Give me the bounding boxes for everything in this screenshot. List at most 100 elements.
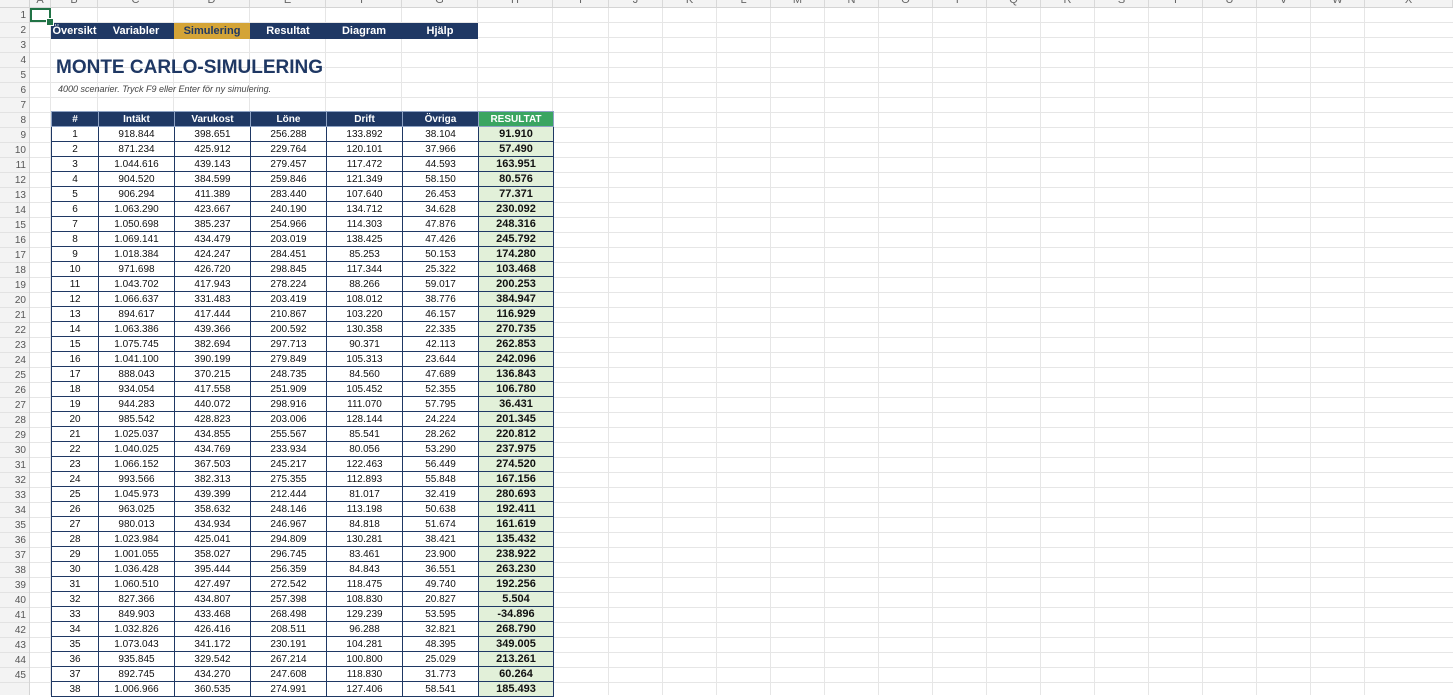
table-cell[interactable]: 28.262 (402, 426, 479, 442)
table-cell[interactable]: 203.006 (250, 411, 327, 427)
table-cell[interactable]: 96.288 (326, 621, 403, 637)
row-header-13[interactable]: 13 (0, 188, 29, 203)
row-header-3[interactable]: 3 (0, 38, 29, 53)
table-cell[interactable]: 395.444 (174, 561, 251, 577)
table-cell[interactable]: 10 (51, 261, 99, 277)
table-cell[interactable]: 111.070 (326, 396, 403, 412)
table-cell[interactable]: 1.066.152 (98, 456, 175, 472)
table-cell[interactable]: 1.018.384 (98, 246, 175, 262)
table-cell[interactable]: 130.281 (326, 531, 403, 547)
table-cell[interactable]: 1.073.043 (98, 636, 175, 652)
row-header-29[interactable]: 29 (0, 428, 29, 443)
row-header-36[interactable]: 36 (0, 533, 29, 548)
row-header-44[interactable]: 44 (0, 653, 29, 668)
table-cell[interactable]: 84.818 (326, 516, 403, 532)
fill-handle[interactable] (46, 18, 54, 26)
row-header-6[interactable]: 6 (0, 83, 29, 98)
table-cell[interactable]: 203.419 (250, 291, 327, 307)
table-cell[interactable]: 382.694 (174, 336, 251, 352)
table-cell[interactable]: 13 (51, 306, 99, 322)
table-cell[interactable]: 367.503 (174, 456, 251, 472)
column-header-m[interactable]: M (771, 0, 825, 7)
row-header-37[interactable]: 37 (0, 548, 29, 563)
table-cell[interactable]: 358.632 (174, 501, 251, 517)
result-cell[interactable]: 192.256 (478, 576, 554, 592)
table-cell[interactable]: 993.566 (98, 471, 175, 487)
table-cell[interactable]: 108.830 (326, 591, 403, 607)
table-cell[interactable]: 963.025 (98, 501, 175, 517)
table-cell[interactable]: 278.224 (250, 276, 327, 292)
table-cell[interactable]: 11 (51, 276, 99, 292)
table-cell[interactable]: 32.419 (402, 486, 479, 502)
table-cell[interactable]: 90.371 (326, 336, 403, 352)
table-cell[interactable]: 248.146 (250, 501, 327, 517)
table-cell[interactable]: 424.247 (174, 246, 251, 262)
table-cell[interactable]: 80.056 (326, 441, 403, 457)
table-cell[interactable]: 341.172 (174, 636, 251, 652)
table-cell[interactable]: 103.220 (326, 306, 403, 322)
table-cell[interactable]: 248.735 (250, 366, 327, 382)
column-header-h[interactable]: H (478, 0, 553, 7)
table-cell[interactable]: 971.698 (98, 261, 175, 277)
result-cell[interactable]: 200.253 (478, 276, 554, 292)
table-cell[interactable]: 382.313 (174, 471, 251, 487)
table-cell[interactable]: 427.497 (174, 576, 251, 592)
nav-tab-hjälp[interactable]: Hjälp (402, 23, 478, 39)
table-cell[interactable]: 439.399 (174, 486, 251, 502)
table-cell[interactable]: 85.253 (326, 246, 403, 262)
result-cell[interactable]: 106.780 (478, 381, 554, 397)
row-header-26[interactable]: 26 (0, 383, 29, 398)
table-cell[interactable]: 212.444 (250, 486, 327, 502)
column-header-i[interactable]: I (553, 0, 609, 7)
result-cell[interactable]: 238.922 (478, 546, 554, 562)
result-cell[interactable]: 135.432 (478, 531, 554, 547)
table-cell[interactable]: 256.288 (250, 126, 327, 142)
result-cell[interactable]: 36.431 (478, 396, 554, 412)
row-header-28[interactable]: 28 (0, 413, 29, 428)
table-cell[interactable]: 934.054 (98, 381, 175, 397)
table-cell[interactable]: 52.355 (402, 381, 479, 397)
row-header-22[interactable]: 22 (0, 323, 29, 338)
table-cell[interactable]: 1.040.025 (98, 441, 175, 457)
table-cell[interactable]: 120.101 (326, 141, 403, 157)
column-header-g[interactable]: G (402, 0, 478, 7)
row-header-15[interactable]: 15 (0, 218, 29, 233)
table-cell[interactable]: 298.916 (250, 396, 327, 412)
table-cell[interactable]: 210.867 (250, 306, 327, 322)
table-cell[interactable]: 50.638 (402, 501, 479, 517)
table-cell[interactable]: 105.452 (326, 381, 403, 397)
table-cell[interactable]: 279.849 (250, 351, 327, 367)
table-cell[interactable]: 935.845 (98, 651, 175, 667)
table-cell[interactable]: 107.640 (326, 186, 403, 202)
table-cell[interactable]: 411.389 (174, 186, 251, 202)
table-cell[interactable]: 53.290 (402, 441, 479, 457)
table-cell[interactable]: 275.355 (250, 471, 327, 487)
table-cell[interactable]: 1.075.745 (98, 336, 175, 352)
table-cell[interactable]: 894.617 (98, 306, 175, 322)
row-header-35[interactable]: 35 (0, 518, 29, 533)
result-cell[interactable]: 163.951 (478, 156, 554, 172)
table-cell[interactable]: 268.498 (250, 606, 327, 622)
row-header-31[interactable]: 31 (0, 458, 29, 473)
table-cell[interactable]: 247.608 (250, 666, 327, 682)
result-cell[interactable]: 245.792 (478, 231, 554, 247)
result-cell[interactable]: 192.411 (478, 501, 554, 517)
table-cell[interactable]: 22 (51, 441, 99, 457)
result-cell[interactable]: 57.490 (478, 141, 554, 157)
table-cell[interactable]: 22.335 (402, 321, 479, 337)
table-cell[interactable]: 7 (51, 216, 99, 232)
column-header-a[interactable]: A (30, 0, 51, 7)
table-cell[interactable]: 14 (51, 321, 99, 337)
table-cell[interactable]: 57.795 (402, 396, 479, 412)
table-cell[interactable]: 20.827 (402, 591, 479, 607)
table-cell[interactable]: 38 (51, 681, 99, 697)
result-cell[interactable]: 167.156 (478, 471, 554, 487)
table-cell[interactable]: 298.845 (250, 261, 327, 277)
table-cell[interactable]: 59.017 (402, 276, 479, 292)
column-header-c[interactable]: C (98, 0, 174, 7)
column-header-u[interactable]: U (1203, 0, 1257, 7)
table-cell[interactable]: 1.045.973 (98, 486, 175, 502)
table-cell[interactable]: 390.199 (174, 351, 251, 367)
result-cell[interactable]: 270.735 (478, 321, 554, 337)
table-cell[interactable]: 433.468 (174, 606, 251, 622)
